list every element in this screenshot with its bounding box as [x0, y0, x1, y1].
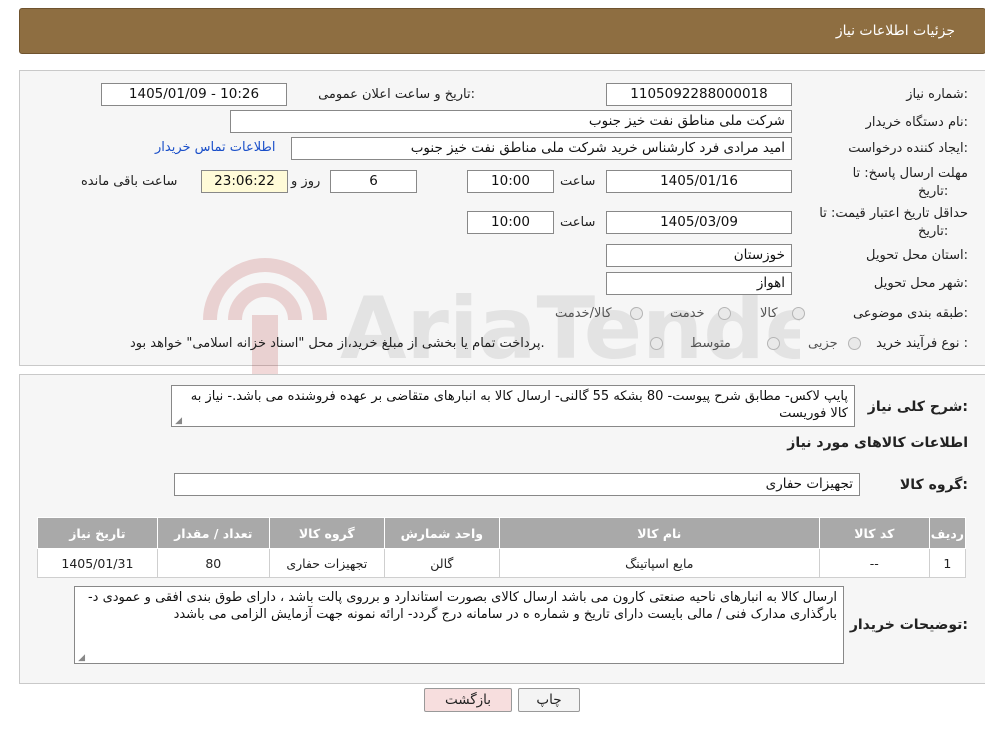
- need-number-field: 1105092288000018: [606, 83, 792, 106]
- col-group: گروه کالا: [268, 517, 385, 549]
- city-field: اهواز: [606, 272, 792, 295]
- cell-quantity: 80: [156, 548, 270, 578]
- col-code: کد کالا: [818, 517, 930, 549]
- cell-unit: گالن: [383, 548, 500, 578]
- province-label: استان محل تحویل:: [866, 248, 968, 263]
- deadline-time-field: 10:00: [467, 170, 554, 193]
- buyer-org-field: شرکت ملی مناطق نفت خیز جنوب: [230, 110, 792, 133]
- province-field: خوزستان: [606, 244, 792, 267]
- category-service-label: خدمت: [670, 306, 705, 321]
- page-header: جزئیات اطلاعات نیاز: [19, 8, 985, 54]
- category-radio-service[interactable]: [718, 307, 731, 320]
- creator-field: امید مرادی فرد کارشناس خرید شرکت ملی منا…: [291, 137, 792, 160]
- validity-time-field: 10:00: [467, 211, 554, 234]
- remaining-time-field: 23:06:22: [201, 170, 288, 193]
- table-row: 1 -- مایع اسپاتینگ گالن تجهیزات حفاری 80…: [37, 548, 967, 578]
- resize-grip-icon[interactable]: ◢: [174, 417, 182, 426]
- print-button[interactable]: چاپ: [518, 688, 580, 712]
- description-textarea[interactable]: پایپ لاکس- مطابق شرح پیوست- 80 بشکه 55 گ…: [171, 385, 855, 427]
- col-quantity: تعداد / مقدار: [156, 517, 270, 549]
- deadline-label: مهلت ارسال پاسخ: تا: [852, 166, 968, 181]
- days-field: 6: [330, 170, 417, 193]
- validity-label-2: تاریخ:: [918, 224, 949, 239]
- items-table: ردیف کد کالا نام کالا واحد شمارش گروه کا…: [37, 517, 967, 578]
- buyer-org-label: نام دستگاه خریدار:: [865, 115, 968, 130]
- col-name: نام کالا: [498, 517, 820, 549]
- announce-field: 1405/01/09 - 10:26: [101, 83, 287, 106]
- city-label: شهر محل تحویل:: [873, 276, 968, 291]
- goods-group-field: تجهیزات حفاری: [174, 473, 860, 496]
- creator-label: ایجاد کننده درخواست:: [848, 141, 968, 156]
- deadline-time-label: ساعت: [560, 174, 596, 189]
- deadline-label-2: تاریخ:: [918, 184, 949, 199]
- process-radio-treasury[interactable]: [650, 337, 663, 350]
- validity-time-label: ساعت: [560, 215, 596, 230]
- category-radio-goods-service[interactable]: [630, 307, 643, 320]
- category-label: طبقه بندی موضوعی:: [852, 306, 968, 321]
- description-text: پایپ لاکس- مطابق شرح پیوست- 80 بشکه 55 گ…: [190, 389, 848, 421]
- page-title: جزئیات اطلاعات نیاز: [835, 23, 955, 39]
- goods-group-label: گروه کالا:: [899, 477, 968, 493]
- col-row: ردیف: [928, 517, 967, 549]
- cell-row: 1: [928, 548, 967, 578]
- col-date: تاریخ نیاز: [37, 517, 158, 549]
- cell-date: 1405/01/31: [37, 548, 158, 578]
- resize-grip-icon[interactable]: ◢: [77, 654, 85, 663]
- process-label: نوع فرآیند خرید :: [876, 336, 968, 351]
- table-header-row: ردیف کد کالا نام کالا واحد شمارش گروه کا…: [37, 517, 967, 549]
- category-goods-label: کالا: [760, 306, 778, 321]
- remaining-label: ساعت باقی مانده: [81, 174, 178, 189]
- buyer-notes-textarea[interactable]: ارسال کالا به انبارهای ناحیه صنعتی کارون…: [74, 586, 844, 664]
- back-button[interactable]: بازگشت: [424, 688, 512, 712]
- category-goods-service-label: کالا/خدمت: [555, 306, 612, 321]
- process-note: پرداخت تمام یا بخشی از مبلغ خرید،از محل …: [130, 336, 545, 351]
- need-number-label: شماره نیاز:: [906, 87, 968, 102]
- buyer-notes-text: ارسال کالا به انبارهای ناحیه صنعتی کارون…: [87, 590, 837, 622]
- buyer-contact-link[interactable]: اطلاعات تماس خریدار: [155, 140, 275, 155]
- process-radio-minor[interactable]: [848, 337, 861, 350]
- process-radio-medium[interactable]: [767, 337, 780, 350]
- cell-group: تجهیزات حفاری: [268, 548, 385, 578]
- buyer-notes-label: توضیحات خریدار:: [849, 617, 968, 633]
- process-medium-label: متوسط: [690, 336, 731, 351]
- goods-info-title: اطلاعات کالاهای مورد نیاز: [787, 435, 968, 451]
- days-label: روز و: [291, 174, 321, 189]
- cell-name: مایع اسپاتینگ: [498, 548, 820, 578]
- validity-label: حداقل تاریخ اعتبار قیمت: تا: [819, 206, 968, 221]
- process-minor-label: جزیی: [808, 336, 838, 351]
- category-radio-goods[interactable]: [792, 307, 805, 320]
- deadline-date-field: 1405/01/16: [606, 170, 792, 193]
- description-label: شرح کلی نیاز:: [867, 399, 968, 415]
- cell-code: --: [818, 548, 930, 578]
- announce-label: تاریخ و ساعت اعلان عمومی:: [318, 87, 475, 102]
- col-unit: واحد شمارش: [383, 517, 500, 549]
- validity-date-field: 1405/03/09: [606, 211, 792, 234]
